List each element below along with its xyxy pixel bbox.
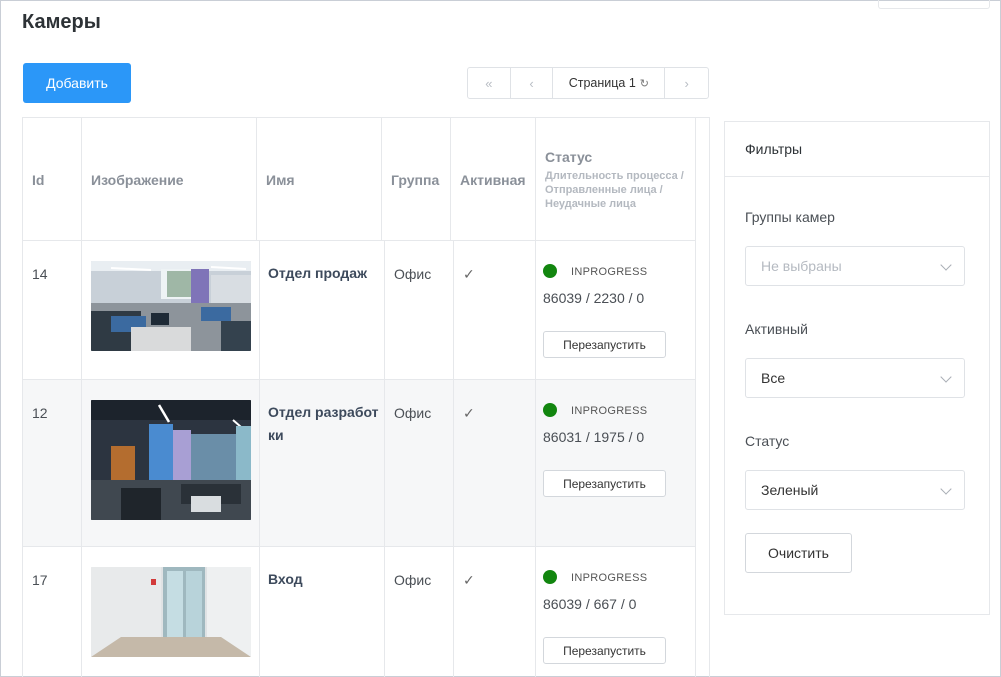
table-row[interactable]: 12 Отдел разработки Офис ✓ INPROGRESS 86…	[23, 380, 695, 547]
row-name[interactable]: Вход	[268, 568, 380, 591]
active-label: Активный	[745, 321, 808, 337]
check-icon: ✓	[463, 572, 475, 588]
header-image: Изображение	[82, 118, 257, 241]
status-select[interactable]: Зеленый	[745, 470, 965, 510]
row-id: 14	[32, 266, 48, 282]
camera-groups-label: Группы камер	[745, 209, 835, 225]
active-value: Все	[761, 370, 786, 386]
header-status-subtitle: Длительность процесса / Отправленные лиц…	[545, 169, 684, 210]
status-dot-icon	[543, 264, 557, 278]
prev-page-button[interactable]: ‹	[511, 68, 554, 98]
filters-panel: Фильтры Группы камер Не выбраны Активный…	[724, 121, 990, 615]
table-row[interactable]: 14 Отдел продаж Офис ✓ INPROGRESS 86039 …	[23, 241, 695, 380]
chevron-left-icon: ‹	[529, 75, 534, 91]
header-name[interactable]: Имя	[257, 118, 382, 241]
add-camera-button[interactable]: Добавить	[23, 63, 131, 103]
camera-thumbnail[interactable]	[91, 400, 251, 520]
row-name[interactable]: Отдел разработки	[268, 401, 380, 447]
restart-button[interactable]: Перезапустить	[543, 470, 666, 497]
status-dot-icon	[543, 403, 557, 417]
row-group: Офис	[394, 405, 432, 421]
row-group: Офис	[394, 266, 432, 282]
row-group: Офис	[394, 572, 432, 588]
header-active[interactable]: Активная	[451, 118, 536, 241]
cameras-table: Id Изображение Имя Группа Активная Стату…	[22, 117, 710, 677]
status-label: INPROGRESS	[571, 266, 648, 278]
status-counts: 86039 / 667 / 0	[543, 596, 637, 612]
camera-thumbnail[interactable]	[91, 261, 251, 351]
first-page-button[interactable]: «	[468, 68, 511, 98]
check-icon: ✓	[463, 405, 475, 421]
row-id: 12	[32, 405, 48, 421]
camera-thumbnail[interactable]	[91, 567, 251, 657]
active-select[interactable]: Все	[745, 358, 965, 398]
status-value: Зеленый	[761, 482, 819, 498]
page-label: Страница 1	[568, 76, 636, 90]
table-row[interactable]: 17 Вход Офис ✓ INPROGRESS 86039 / 667 / …	[23, 547, 695, 677]
status-label: INPROGRESS	[571, 572, 648, 584]
page-title: Камеры	[22, 11, 101, 33]
page-indicator[interactable]: Страница 1 ↻	[553, 68, 666, 98]
status-counts: 86039 / 2230 / 0	[543, 290, 645, 306]
chevron-down-icon	[940, 371, 952, 383]
table-scroll-edge	[695, 118, 696, 677]
header-status[interactable]: Статус Длительность процесса / Отправлен…	[536, 118, 695, 241]
camera-groups-select[interactable]: Не выбраны	[745, 246, 965, 286]
double-chevron-left-icon: «	[485, 75, 493, 91]
chevron-down-icon	[940, 259, 952, 271]
row-name[interactable]: Отдел продаж	[268, 262, 380, 285]
camera-groups-placeholder: Не выбраны	[761, 258, 842, 274]
filters-title: Фильтры	[725, 122, 989, 177]
header-id[interactable]: Id	[23, 118, 82, 241]
check-icon: ✓	[463, 266, 475, 282]
status-filter-label: Статус	[745, 433, 790, 449]
header-corner-box	[878, 0, 990, 9]
restart-button[interactable]: Перезапустить	[543, 637, 666, 664]
restart-button[interactable]: Перезапустить	[543, 331, 666, 358]
pagination: « ‹ Страница 1 ↻ ›	[467, 67, 709, 99]
status-dot-icon	[543, 570, 557, 584]
status-counts: 86031 / 1975 / 0	[543, 429, 645, 445]
chevron-down-icon	[940, 483, 952, 495]
row-id: 17	[32, 572, 48, 588]
status-label: INPROGRESS	[571, 405, 648, 417]
refresh-icon[interactable]: ↻	[640, 77, 649, 90]
chevron-right-icon: ›	[684, 75, 689, 91]
header-group[interactable]: Группа	[382, 118, 451, 241]
table-header: Id Изображение Имя Группа Активная Стату…	[23, 118, 695, 241]
next-page-button[interactable]: ›	[665, 68, 708, 98]
clear-filters-button[interactable]: Очистить	[745, 533, 852, 573]
